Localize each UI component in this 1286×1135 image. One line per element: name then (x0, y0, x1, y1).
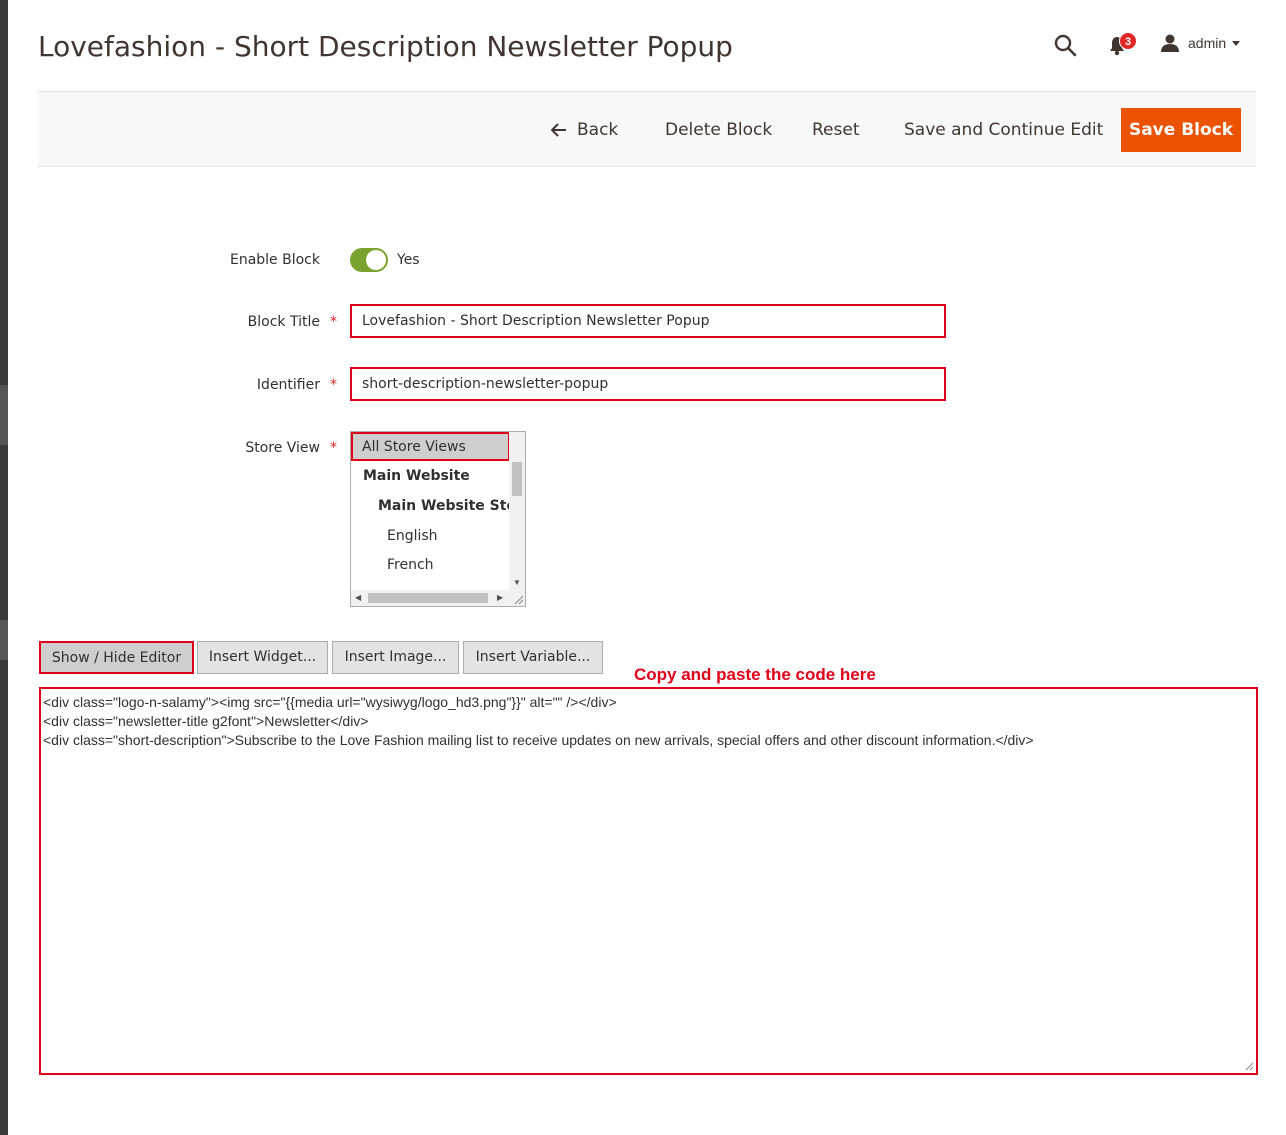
user-menu[interactable]: admin (1160, 32, 1241, 54)
store-view-group-store: Main Website Store (378, 498, 526, 514)
show-hide-editor-button[interactable]: Show / Hide Editor (39, 641, 194, 674)
insert-image-button[interactable]: Insert Image... (332, 641, 459, 674)
save-block-button[interactable]: Save Block (1121, 108, 1241, 152)
page-title: Lovefashion - Short Description Newslett… (38, 30, 733, 63)
enable-block-label: Enable Block (229, 252, 320, 268)
annotation-note: Copy and paste the code here (634, 665, 876, 684)
required-marker: * (330, 440, 337, 456)
scroll-down-icon[interactable]: ▼ (513, 578, 521, 587)
scrollbar-thumb[interactable] (512, 462, 522, 496)
block-title-input[interactable]: Lovefashion - Short Description Newslett… (350, 304, 946, 338)
code-line: <div class="logo-n-salamy"><img src="{{m… (43, 694, 617, 710)
store-view-option-french[interactable]: French (387, 557, 434, 573)
store-view-group-website: Main Website (363, 468, 470, 484)
delete-block-button[interactable]: Delete Block (657, 108, 780, 152)
store-view-option-english[interactable]: English (387, 528, 438, 544)
resize-corner[interactable] (509, 590, 525, 606)
vertical-scrollbar[interactable]: ▼ (509, 432, 525, 590)
block-title-label: Block Title (247, 314, 320, 330)
required-marker: * (330, 314, 337, 330)
toggle-knob (366, 250, 386, 270)
page-actions-toolbar: Back Delete Block Reset Save and Continu… (38, 91, 1256, 167)
code-line: <div class="short-description">Subscribe… (43, 732, 1034, 748)
enable-block-value: Yes (397, 252, 420, 268)
left-edge-strip (0, 0, 8, 1135)
store-view-multiselect[interactable]: All Store Views Main Website Main Websit… (350, 431, 526, 607)
store-view-label: Store View (245, 440, 320, 456)
back-button-label: Back (577, 120, 619, 140)
chevron-down-icon (1232, 40, 1241, 46)
enable-block-toggle[interactable] (350, 248, 388, 272)
required-marker: * (330, 377, 337, 393)
reset-button[interactable]: Reset (804, 108, 868, 152)
back-button[interactable]: Back (543, 108, 626, 152)
store-view-option-all[interactable]: All Store Views (351, 432, 510, 461)
resize-grip-icon[interactable] (1244, 1061, 1254, 1071)
user-icon (1161, 34, 1179, 52)
scroll-right-icon[interactable]: ▶ (497, 593, 503, 602)
insert-widget-button[interactable]: Insert Widget... (197, 641, 328, 674)
arrow-left-icon (551, 123, 566, 137)
user-name: admin (1188, 35, 1227, 51)
content-textarea[interactable]: <div class="logo-n-salamy"><img src="{{m… (39, 687, 1258, 1075)
horizontal-scrollbar[interactable]: ◀ ▶ (351, 590, 511, 606)
scroll-left-icon[interactable]: ◀ (355, 593, 361, 602)
save-and-continue-button[interactable]: Save and Continue Edit (896, 108, 1111, 152)
code-line: <div class="newsletter-title g2font">New… (43, 713, 369, 729)
insert-variable-button[interactable]: Insert Variable... (463, 641, 603, 674)
identifier-input[interactable]: short-description-newsletter-popup (350, 367, 946, 401)
search-icon[interactable] (1053, 33, 1077, 57)
notification-count-badge[interactable]: 3 (1119, 32, 1137, 50)
scrollbar-thumb[interactable] (368, 593, 488, 603)
identifier-label: Identifier (256, 377, 320, 393)
